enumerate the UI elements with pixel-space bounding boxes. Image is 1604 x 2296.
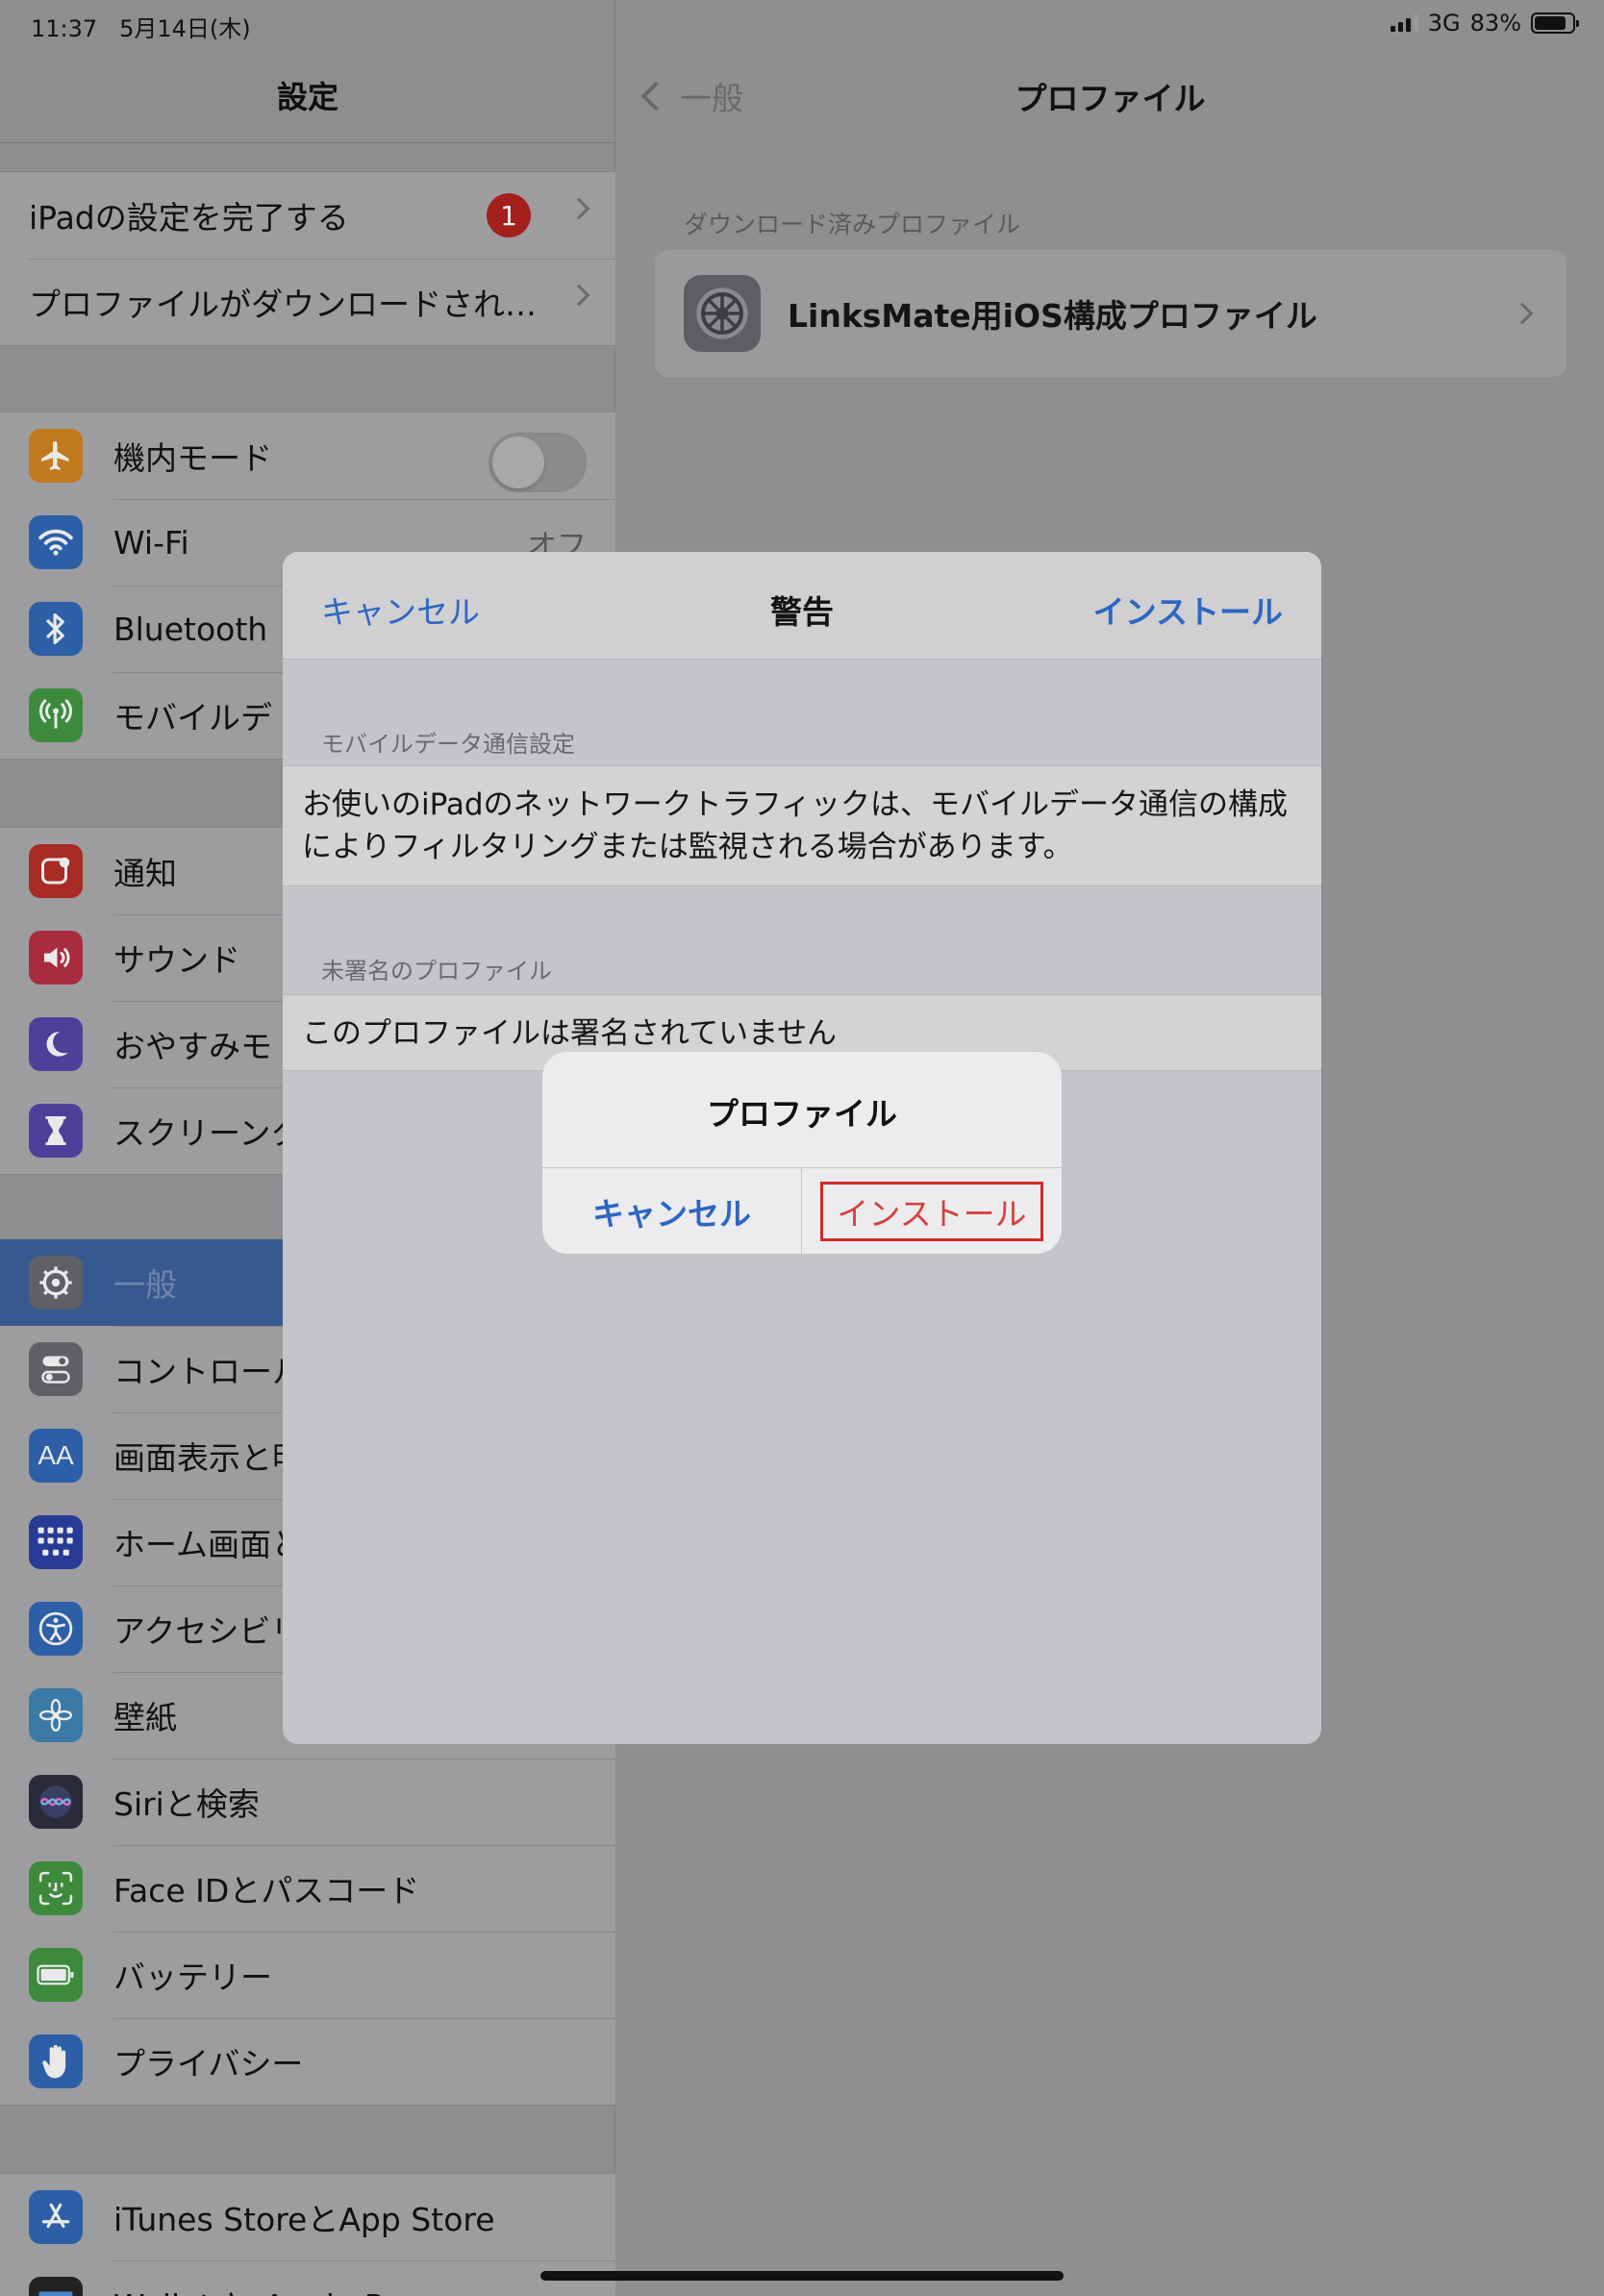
sidebar-item-label: Wi-Fi <box>113 523 189 562</box>
battery-icon <box>29 1948 83 2002</box>
sheet-header: キャンセル 警告 インストール <box>283 552 1321 660</box>
sidebar-item-siri[interactable]: Siriと検索 <box>0 1759 615 1845</box>
sidebar-item-label: 画面表示と明 <box>113 1439 304 1477</box>
sidebar-item-label: バッテリー <box>113 1959 272 1996</box>
airplane-icon <box>29 429 83 483</box>
sidebar-item-label: スクリーンタ <box>113 1114 303 1152</box>
store-group: iTunes StoreとApp Store Wallet と Apple Pa… <box>0 2173 615 2296</box>
sidebar-item-battery[interactable]: バッテリー <box>0 1932 615 2018</box>
moon-icon <box>29 1017 83 1071</box>
sidebar-item-label: ホーム画面と <box>113 1526 304 1563</box>
sidebar-item-label: モバイルデ <box>113 699 272 736</box>
flower-icon <box>29 1688 83 1742</box>
sidebar-item-privacy[interactable]: プライバシー <box>0 2018 615 2105</box>
sidebar-item-profile-downloaded[interactable]: プロファイルがダウンロードされ… <box>0 259 615 345</box>
sidebar-item-label: 壁紙 <box>113 1699 177 1736</box>
alert-title: プロファイル <box>707 1095 897 1133</box>
sidebar-item-label: おやすみモ <box>113 1028 272 1065</box>
sidebar-item-label: 一般 <box>113 1266 177 1304</box>
alert-install-button[interactable]: インストール <box>802 1168 1062 1254</box>
sidebar-title: 設定 <box>276 79 338 115</box>
battery-percent: 83% <box>1469 10 1521 37</box>
battery-level <box>1535 16 1566 30</box>
sidebar-item-wallet[interactable]: Wallet と Apple Pay <box>0 2260 615 2296</box>
home-indicator[interactable] <box>540 2271 1064 2281</box>
chevron-right-icon <box>567 197 590 220</box>
app-store-icon <box>29 2190 83 2244</box>
wifi-icon <box>29 515 83 569</box>
status-time: 11:37 5月14日(木) <box>31 10 251 43</box>
mobile-data-warning-text: お使いのiPadのネットワークトラフィックは、モバイルデータ通信の構成によりフィ… <box>283 765 1321 886</box>
section-header: ダウンロード済みプロファイル <box>684 211 1021 238</box>
status-date: 5月14日(木) <box>119 15 251 42</box>
notification-icon <box>29 844 83 898</box>
sidebar-item-label: Face IDとパスコード <box>113 1872 420 1909</box>
settings-gear-icon <box>684 275 761 352</box>
sidebar-item-label: 機内モード <box>113 439 272 477</box>
page-title: プロファイル <box>1015 80 1206 117</box>
sidebar-item-label: 通知 <box>113 855 177 892</box>
antenna-icon <box>29 688 83 742</box>
sidebar-item-label: Siriと検索 <box>113 1785 260 1823</box>
hand-icon <box>29 2034 83 2088</box>
sidebar-item-label: アクセシビリ <box>113 1612 303 1650</box>
sidebar-item-label: サウンド <box>113 941 240 979</box>
section-header: 未署名のプロファイル <box>321 958 552 985</box>
sidebar-item-app-store[interactable]: iTunes StoreとApp Store <box>0 2174 615 2260</box>
siri-icon <box>29 1775 83 1829</box>
divider <box>0 142 615 143</box>
status-bar: 11:37 5月14日(木) 3G 83% <box>0 0 1604 46</box>
switches-icon <box>29 1342 83 1396</box>
profile-row[interactable]: LinksMate用iOS構成プロファイル <box>655 250 1566 377</box>
sidebar-item-label: コントロール <box>113 1353 304 1390</box>
cellular-signal-icon <box>1390 14 1418 32</box>
section-header: モバイルデータ通信設定 <box>321 731 575 758</box>
install-confirm-alert: プロファイル キャンセル インストール <box>542 1052 1062 1254</box>
chevron-right-icon <box>567 284 590 307</box>
status-clock: 11:37 <box>31 15 98 42</box>
toggle-knob <box>492 437 544 488</box>
face-id-icon <box>29 1861 83 1915</box>
gear-icon <box>29 1256 83 1310</box>
setup-group: iPadの設定を完了する 1 プロファイルがダウンロードされ… <box>0 171 615 346</box>
sheet-install-button[interactable]: インストール <box>1093 586 1283 633</box>
sidebar-item-face-id[interactable]: Face IDとパスコード <box>0 1845 615 1932</box>
wallet-icon <box>29 2277 83 2296</box>
hourglass-icon <box>29 1104 83 1158</box>
text-size-icon: AA <box>29 1429 83 1483</box>
sidebar-item-label: Wallet と Apple Pay <box>113 2281 420 2296</box>
sidebar-item-airplane-mode[interactable]: 機内モード <box>0 412 615 499</box>
status-indicators: 3G 83% <box>1390 10 1579 37</box>
airplane-mode-toggle[interactable] <box>489 433 587 492</box>
network-type: 3G <box>1427 10 1461 37</box>
speaker-icon <box>29 931 83 985</box>
sidebar-item-finish-setup[interactable]: iPadの設定を完了する 1 <box>0 172 615 259</box>
chevron-right-icon <box>1511 302 1534 325</box>
bluetooth-icon <box>29 602 83 656</box>
alert-install-label: インストール <box>820 1181 1043 1241</box>
sidebar-item-label: iTunes StoreとApp Store <box>113 2201 495 2238</box>
accessibility-icon <box>29 1602 83 1656</box>
battery-icon <box>1531 12 1579 34</box>
alert-cancel-button[interactable]: キャンセル <box>542 1168 801 1254</box>
sidebar-item-label: iPadの設定を完了する <box>29 199 349 237</box>
profile-name: LinksMate用iOS構成プロファイル <box>788 297 1317 335</box>
sidebar-item-label: プライバシー <box>113 2045 304 2083</box>
sidebar-item-label: Bluetooth <box>113 610 268 648</box>
home-grid-icon <box>29 1515 83 1569</box>
notification-badge: 1 <box>487 193 531 237</box>
sidebar-item-label: プロファイルがダウンロードされ… <box>29 286 537 323</box>
